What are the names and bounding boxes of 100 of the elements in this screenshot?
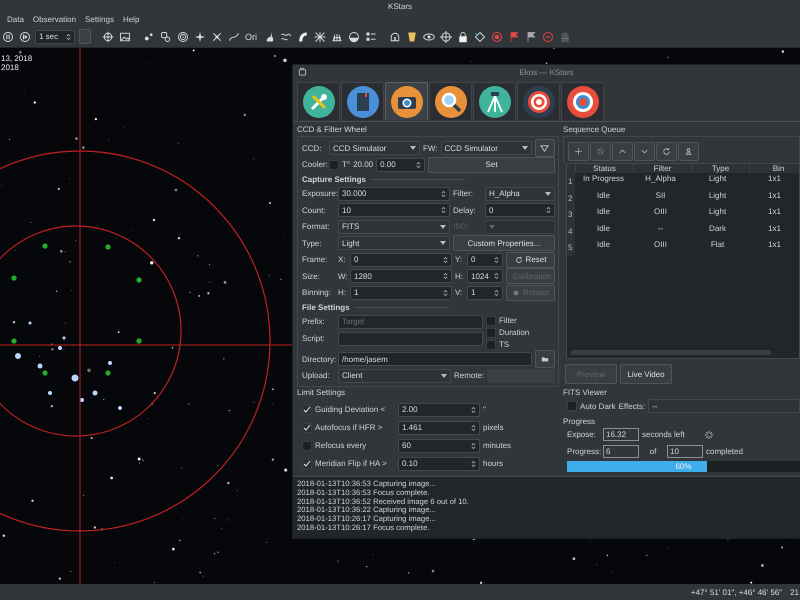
- spin-box[interactable]: 60: [398, 438, 480, 452]
- spin-arrows-icon[interactable]: [494, 254, 499, 264]
- menu-item[interactable]: Data: [7, 15, 24, 24]
- checkbox[interactable]: [302, 422, 312, 432]
- dropdown[interactable]: --: [648, 399, 800, 414]
- prefix-field[interactable]: Target: [338, 314, 483, 328]
- script-field[interactable]: [338, 332, 483, 346]
- spin-arrows-icon[interactable]: [494, 288, 499, 298]
- spin-box[interactable]: 0: [467, 252, 503, 266]
- checkbox[interactable]: [486, 340, 496, 350]
- spin-arrows-icon[interactable]: [443, 271, 448, 281]
- dropdown[interactable]: FITS: [338, 220, 450, 234]
- spin-arrows-icon[interactable]: [441, 188, 446, 198]
- flag-icon[interactable]: [508, 30, 520, 42]
- dropdown[interactable]: H_Alpha: [485, 186, 555, 200]
- spin-arrows-icon[interactable]: [471, 422, 476, 432]
- browse-button[interactable]: [535, 350, 555, 368]
- flag-icon[interactable]: [524, 30, 536, 42]
- crosshair-icon[interactable]: [440, 30, 452, 42]
- spin-arrows-icon[interactable]: [471, 440, 476, 450]
- column-header[interactable]: Bin: [749, 164, 800, 173]
- filter-button[interactable]: [534, 139, 555, 157]
- spin-arrows-icon[interactable]: [471, 404, 476, 414]
- spin-box[interactable]: 1: [350, 286, 452, 300]
- checkbox[interactable]: [302, 440, 312, 450]
- spin-box[interactable]: 1.461: [398, 420, 480, 434]
- minus-circle-icon[interactable]: [542, 30, 554, 42]
- spin-box[interactable]: 1280: [350, 269, 452, 283]
- refresh-button[interactable]: [656, 142, 677, 161]
- lock-icon[interactable]: [456, 30, 468, 42]
- spin-box[interactable]: 0.10: [398, 456, 480, 470]
- spin-box[interactable]: 0: [485, 203, 555, 217]
- checkbox[interactable]: [486, 316, 496, 326]
- horizon-icon[interactable]: [348, 30, 360, 42]
- glass-icon[interactable]: [406, 30, 418, 42]
- dropdown[interactable]: Client: [338, 368, 451, 382]
- rings-icon[interactable]: [176, 30, 188, 42]
- pause-icon[interactable]: [2, 30, 14, 42]
- spin-box[interactable]: 0: [350, 252, 452, 266]
- sparkle-icon[interactable]: [210, 30, 222, 42]
- user-button[interactable]: [678, 142, 699, 161]
- dropdown[interactable]: CCD Simulator: [440, 141, 532, 155]
- spin-box[interactable]: 2.00: [398, 402, 480, 416]
- dropdown[interactable]: CCD Simulator: [329, 141, 420, 155]
- set-button[interactable]: Set: [428, 156, 555, 172]
- nebula-icon[interactable]: [160, 30, 172, 42]
- checkbox[interactable]: [302, 404, 312, 414]
- time-step-field[interactable]: 1 sec: [35, 30, 75, 44]
- observatory-icon[interactable]: [558, 30, 570, 42]
- column-header[interactable]: Type: [691, 164, 749, 173]
- spin-arrows-icon[interactable]: [471, 458, 476, 468]
- menu-item[interactable]: Help: [122, 15, 140, 24]
- module-tab[interactable]: [297, 82, 340, 120]
- record-icon[interactable]: [490, 30, 502, 42]
- module-tab[interactable]: [429, 82, 472, 120]
- dome-icon[interactable]: [388, 30, 400, 42]
- galaxy-icon[interactable]: [422, 30, 434, 42]
- reset-button[interactable]: Reset: [506, 252, 555, 268]
- add-button[interactable]: [568, 142, 589, 161]
- scrollbar[interactable]: [571, 350, 771, 356]
- image-icon[interactable]: [118, 30, 130, 42]
- window-menu-icon[interactable]: [298, 67, 307, 76]
- spin-arrows-icon[interactable]: [441, 205, 446, 215]
- spin-arrows-icon[interactable]: [443, 254, 448, 264]
- spin-arrows-icon[interactable]: [66, 32, 71, 42]
- dropdown[interactable]: Light: [338, 236, 450, 250]
- module-tab[interactable]: [561, 82, 604, 120]
- checkbox[interactable]: [567, 401, 577, 412]
- spin-arrows-icon[interactable]: [546, 205, 551, 215]
- menu-item[interactable]: Settings: [85, 15, 114, 24]
- menu-item[interactable]: Observation: [32, 15, 76, 24]
- spin-box[interactable]: 1: [467, 286, 503, 300]
- star-dots-icon[interactable]: [142, 30, 154, 42]
- star-grid-icon[interactable]: [314, 30, 326, 42]
- curve-icon[interactable]: [228, 30, 240, 42]
- spin-box[interactable]: 10: [338, 203, 450, 217]
- constellation-names-button[interactable]: Ori: [244, 32, 258, 42]
- step-icon[interactable]: [18, 30, 30, 42]
- live-video-button[interactable]: Live Video: [620, 364, 672, 384]
- star-icon[interactable]: [194, 30, 206, 42]
- checkbox[interactable]: [329, 160, 339, 170]
- spin-arrows-icon[interactable]: [494, 271, 499, 281]
- spin-box[interactable]: 1024: [467, 269, 503, 283]
- directory-field[interactable]: /home/jasem: [338, 352, 532, 366]
- spin-arrows-icon[interactable]: [416, 160, 422, 170]
- checkbox[interactable]: [302, 458, 312, 468]
- module-tab[interactable]: [517, 82, 560, 120]
- custom-properties-button[interactable]: Custom Properties...: [453, 235, 555, 251]
- crosshair-icon[interactable]: [102, 30, 114, 42]
- tag-icon[interactable]: [474, 30, 486, 42]
- squiggle-icon[interactable]: [280, 30, 292, 42]
- spin-arrows-icon[interactable]: [443, 288, 448, 298]
- list-icon[interactable]: [364, 30, 376, 42]
- spin-box[interactable]: 0.00: [376, 158, 426, 172]
- checkbox[interactable]: [486, 328, 496, 338]
- spin-box[interactable]: 30.000: [338, 186, 450, 200]
- band-icon[interactable]: [296, 30, 308, 42]
- module-tab[interactable]: [473, 82, 516, 120]
- column-header[interactable]: Filter: [633, 164, 691, 173]
- column-header[interactable]: Status: [575, 164, 633, 173]
